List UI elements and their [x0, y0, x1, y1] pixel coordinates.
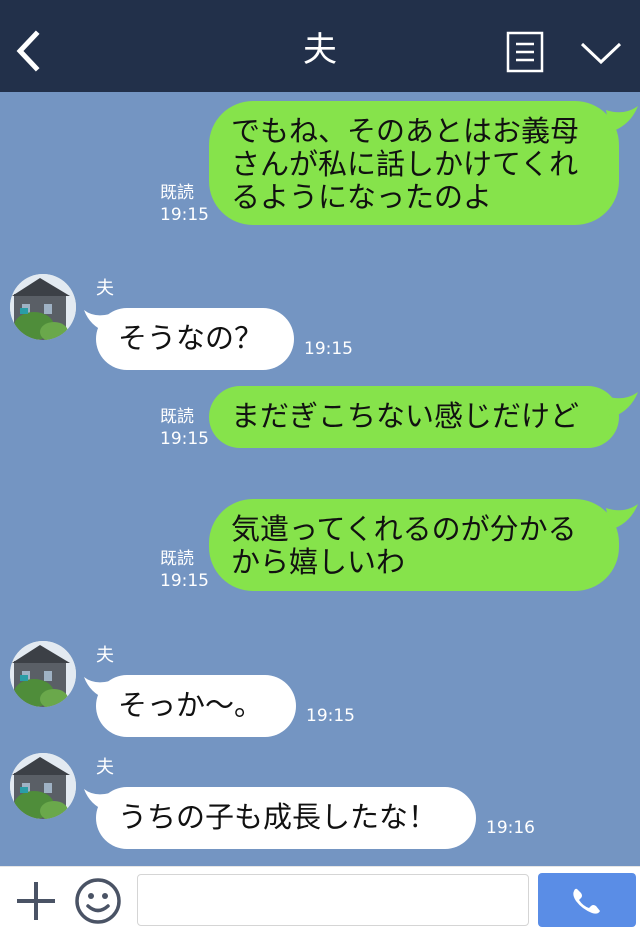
avatar[interactable] — [10, 753, 76, 819]
house-photo-icon — [10, 753, 76, 819]
incoming-message[interactable]: そうなの？ — [96, 308, 294, 370]
outgoing-message[interactable]: でもね、そのあとはお義母 さんが私に話しかけてくれ るようになったのよ — [209, 101, 619, 225]
message-time: 19:15 — [304, 339, 353, 359]
message-list[interactable]: 既読 19:15 でもね、そのあとはお義母 さんが私に話しかけてくれ るようにな… — [0, 92, 640, 866]
avatar[interactable] — [10, 641, 76, 707]
read-receipt: 既読 — [160, 183, 194, 203]
smiley-icon — [75, 878, 121, 924]
sender-name: 夫 — [96, 757, 114, 778]
incoming-message[interactable]: そっか〜。 — [96, 675, 296, 737]
avatar[interactable] — [10, 274, 76, 340]
message-time: 19:15 — [160, 571, 209, 591]
input-bar — [0, 866, 640, 935]
message-time: 19:15 — [160, 429, 209, 449]
collapse-button[interactable] — [578, 38, 624, 68]
emoji-button[interactable] — [74, 877, 122, 925]
phone-icon — [573, 888, 600, 914]
sender-name: 夫 — [96, 645, 114, 666]
message-time: 19:15 — [306, 706, 355, 726]
message-time: 19:16 — [486, 818, 535, 838]
add-button[interactable] — [14, 879, 58, 923]
read-receipt: 既読 — [160, 407, 194, 427]
bubble-tail — [606, 106, 638, 132]
chat-title: 夫 — [303, 30, 337, 70]
message-input[interactable] — [137, 874, 529, 926]
bubble-tail — [606, 392, 638, 418]
house-photo-icon — [10, 274, 76, 340]
sender-name: 夫 — [96, 278, 114, 299]
menu-button[interactable] — [506, 31, 544, 73]
message-time: 19:15 — [160, 205, 209, 225]
chevron-down-icon — [580, 42, 622, 65]
incoming-message[interactable]: うちの子も成長したな！ — [96, 787, 476, 849]
plus-icon — [17, 882, 55, 920]
bubble-tail — [606, 504, 638, 530]
call-button[interactable] — [538, 873, 636, 927]
outgoing-message[interactable]: 気遣ってくれるのが分かる から嬉しいわ — [209, 499, 619, 591]
chat-header: 夫 — [0, 0, 640, 92]
house-photo-icon — [10, 641, 76, 707]
list-icon — [506, 31, 544, 73]
read-receipt: 既読 — [160, 549, 194, 569]
outgoing-message[interactable]: まだぎこちない感じだけど — [209, 386, 619, 448]
